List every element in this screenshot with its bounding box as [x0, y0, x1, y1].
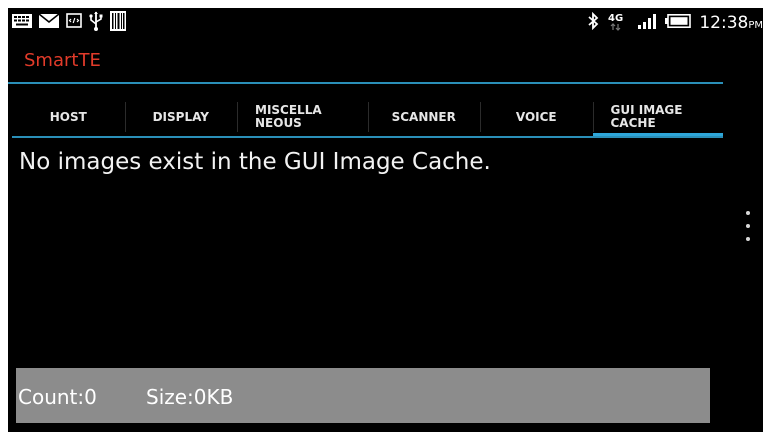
battery-icon: [665, 13, 692, 33]
keyboard-icon: [12, 13, 32, 33]
system-icons: 4G 12:38PM: [587, 11, 763, 35]
barcode-icon: [110, 10, 126, 36]
tab-miscellaneous[interactable]: MISCELLA NEOUS: [237, 96, 368, 138]
action-bar-divider: [8, 82, 723, 84]
tab-label: DISPLAY: [152, 109, 209, 124]
usb-icon: [89, 11, 103, 36]
clock-time: 12:38: [699, 13, 749, 33]
tab-label: MISCELLA NEOUS: [255, 103, 322, 130]
tab-label: GUI IMAGE CACHE: [610, 103, 683, 130]
network-label: 4G: [608, 13, 623, 24]
tab-label: HOST: [49, 109, 87, 124]
screenshot-icon: [66, 13, 82, 33]
empty-cache-message: No images exist in the GUI Image Cache.: [19, 149, 491, 175]
signal-icon: [637, 12, 657, 35]
tab-voice[interactable]: VOICE: [480, 96, 593, 138]
tab-bar: HOST DISPLAY MISCELLA NEOUS SCANNER VOIC…: [12, 96, 723, 138]
overflow-dot: [746, 211, 750, 215]
overflow-menu-icon[interactable]: [742, 211, 754, 241]
network-4g-icon: 4G: [607, 11, 629, 36]
bluetooth-icon: [587, 11, 599, 35]
tab-bar-divider: [12, 136, 723, 138]
tab-gui-image-cache[interactable]: GUI IMAGE CACHE: [592, 96, 723, 138]
tab-label: SCANNER: [391, 109, 456, 124]
clock-ampm: PM: [748, 20, 763, 31]
cache-count: Count:0: [18, 385, 97, 409]
notification-icons: [12, 10, 126, 36]
cache-summary-bar: Count:0 Size:0KB: [16, 368, 710, 423]
tab-host[interactable]: HOST: [12, 96, 125, 138]
status-bar: 4G 12:38PM: [8, 8, 763, 38]
tab-display[interactable]: DISPLAY: [124, 96, 238, 138]
device-screen: 4G 12:38PM SmartTE HOST DISPLAY MISCELLA…: [8, 8, 763, 432]
overflow-dot: [746, 237, 750, 241]
tab-label: VOICE: [515, 109, 557, 124]
action-bar: SmartTE: [8, 38, 763, 82]
cache-size: Size:0KB: [146, 385, 234, 409]
mail-icon: [38, 12, 60, 33]
tab-scanner[interactable]: SCANNER: [367, 96, 481, 138]
overflow-dot: [746, 224, 750, 228]
app-title: SmartTE: [24, 50, 101, 71]
clock: 12:38PM: [699, 13, 763, 33]
